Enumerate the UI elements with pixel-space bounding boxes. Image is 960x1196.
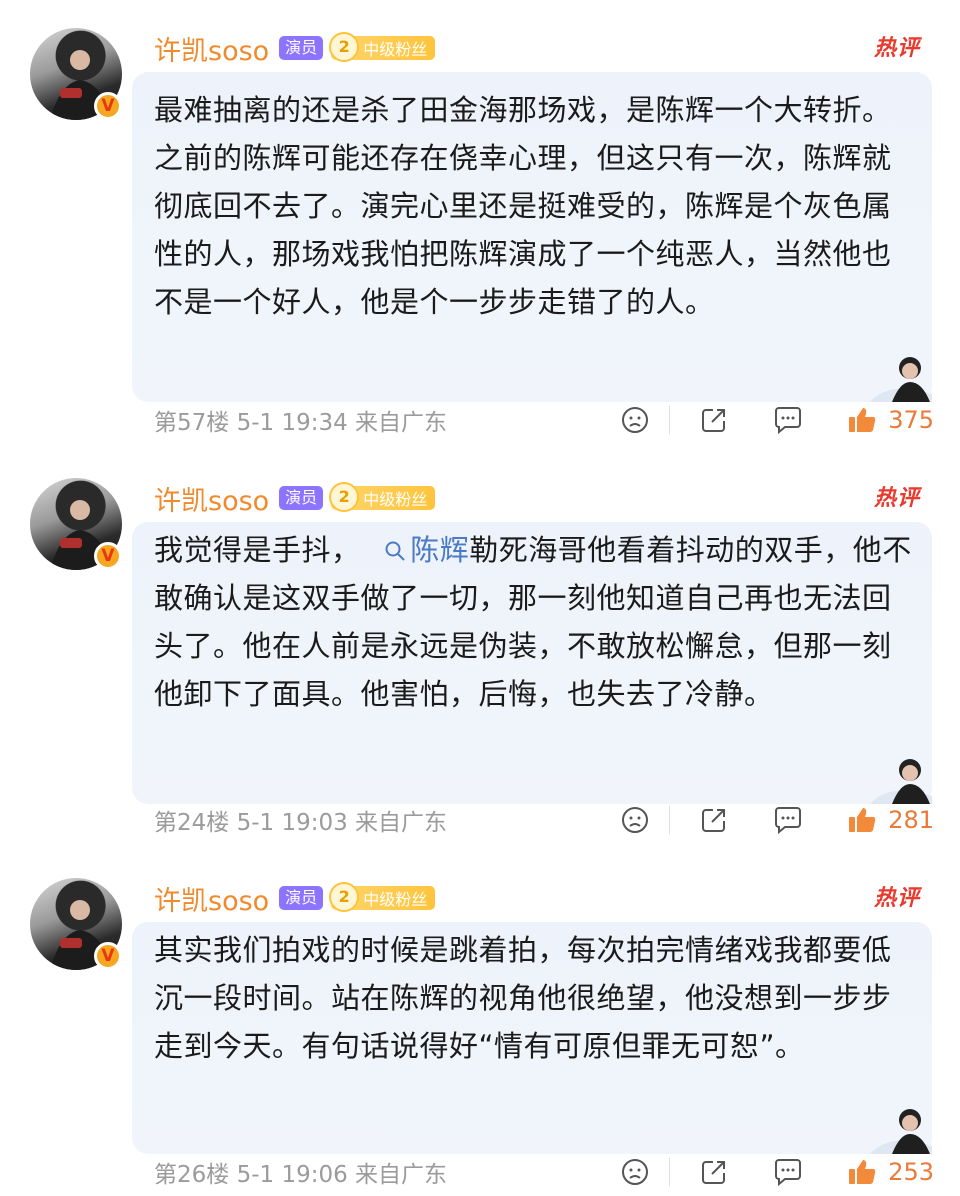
comment-icon[interactable] (770, 802, 806, 838)
topic-label: 陈辉 (410, 533, 470, 567)
share-icon[interactable] (696, 402, 732, 438)
user-info-row: 许凯soso 演员 2 中级粉丝 (154, 29, 436, 68)
avatar-sticker-icon (870, 357, 932, 402)
topic-link[interactable]: 陈辉 (370, 533, 469, 567)
avatar[interactable]: V (30, 28, 122, 120)
comment-text-part: 我觉得是手抖， (154, 533, 361, 567)
fan-label: 中级粉丝 (363, 40, 428, 59)
share-icon[interactable] (696, 1154, 732, 1190)
comment-icon[interactable] (770, 402, 806, 438)
comment-meta: 第24楼 5-1 19:03 来自广东 281 (154, 800, 934, 840)
divider (669, 1158, 671, 1186)
like-count: 281 (888, 806, 934, 834)
avatar-sticker-icon (870, 759, 932, 804)
comment-text: 最难抽离的还是杀了田金海那场戏，是陈辉一个大转折。之前的陈辉可能还存在侥幸心理，… (154, 93, 892, 319)
comment-meta: 第57楼 5-1 19:34 来自广东 375 (154, 400, 934, 440)
fan-badge[interactable]: 2 中级粉丝 (329, 31, 436, 62)
verified-icon: V (94, 542, 122, 570)
fan-badge[interactable]: 2 中级粉丝 (329, 881, 436, 912)
floor-time-location: 第26楼 5-1 19:06 来自广东 (154, 1162, 448, 1188)
like-count: 253 (888, 1158, 934, 1186)
role-tag: 演员 (279, 886, 324, 910)
avatar-sticker-icon (870, 1109, 932, 1154)
comment-icon[interactable] (770, 1154, 806, 1190)
user-info-row: 许凯soso 演员 2 中级粉丝 (154, 479, 436, 518)
search-icon (385, 541, 405, 561)
verified-icon: V (94, 92, 122, 120)
comment-bubble[interactable]: 其实我们拍戏的时候是跳着拍，每次拍完情绪戏我都要低沉一段时间。站在陈辉的视角他很… (132, 922, 932, 1154)
hot-comment-label: 热评 (873, 886, 920, 911)
fan-level: 2 (329, 31, 360, 62)
comment-text: 我觉得是手抖， 陈辉勒死海哥他看着抖动的双手，他不敢确认是这双手做了一切，那一刻… (154, 526, 914, 718)
fan-badge[interactable]: 2 中级粉丝 (329, 481, 436, 512)
fan-label: 中级粉丝 (363, 490, 428, 509)
comment-bubble[interactable]: 最难抽离的还是杀了田金海那场戏，是陈辉一个大转折。之前的陈辉可能还存在侥幸心理，… (132, 72, 932, 402)
dislike-face-icon[interactable] (617, 1154, 653, 1190)
user-info-row: 许凯soso 演员 2 中级粉丝 (154, 879, 436, 918)
username[interactable]: 许凯soso (154, 29, 269, 68)
thumbs-up-icon[interactable] (844, 802, 880, 838)
comment-bubble[interactable]: 我觉得是手抖， 陈辉勒死海哥他看着抖动的双手，他不敢确认是这双手做了一切，那一刻… (132, 522, 932, 804)
username[interactable]: 许凯soso (154, 879, 269, 918)
comment-meta: 第26楼 5-1 19:06 来自广东 253 (154, 1152, 934, 1192)
username[interactable]: 许凯soso (154, 479, 269, 518)
comment-text: 其实我们拍戏的时候是跳着拍，每次拍完情绪戏我都要低沉一段时间。站在陈辉的视角他很… (154, 933, 892, 1063)
hot-comment-label: 热评 (873, 36, 920, 61)
floor-time-location: 第24楼 5-1 19:03 来自广东 (154, 810, 448, 836)
fan-level: 2 (329, 481, 360, 512)
action-bar: 375 (617, 400, 934, 440)
avatar[interactable]: V (30, 478, 122, 570)
share-icon[interactable] (696, 802, 732, 838)
divider (669, 406, 671, 434)
floor-time-location: 第57楼 5-1 19:34 来自广东 (154, 410, 448, 436)
hot-comment-label: 热评 (873, 486, 920, 511)
action-bar: 281 (617, 800, 934, 840)
avatar[interactable]: V (30, 878, 122, 970)
like-count: 375 (888, 406, 934, 434)
fan-label: 中级粉丝 (363, 890, 428, 909)
thumbs-up-icon[interactable] (844, 402, 880, 438)
action-bar: 253 (617, 1152, 934, 1192)
fan-level: 2 (329, 881, 360, 912)
verified-icon: V (94, 942, 122, 970)
divider (669, 806, 671, 834)
dislike-face-icon[interactable] (617, 402, 653, 438)
role-tag: 演员 (279, 36, 324, 60)
thumbs-up-icon[interactable] (844, 1154, 880, 1190)
dislike-face-icon[interactable] (617, 802, 653, 838)
role-tag: 演员 (279, 486, 324, 510)
